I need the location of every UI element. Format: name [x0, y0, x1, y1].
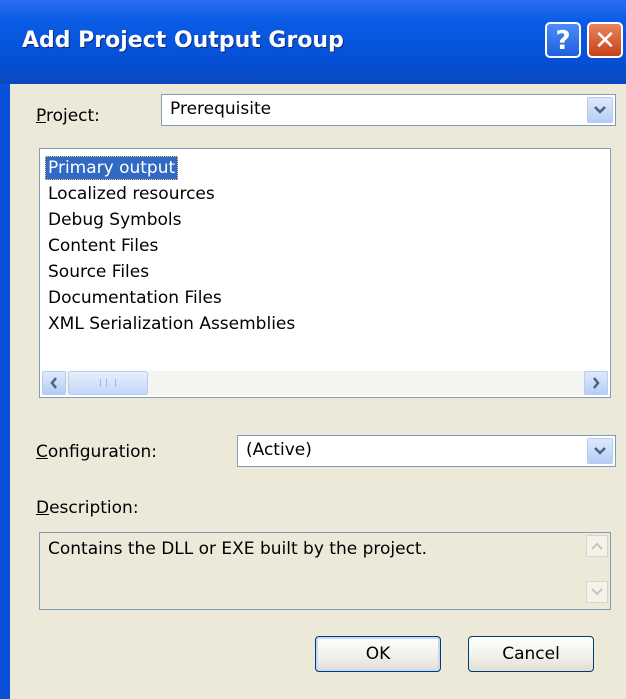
ok-button[interactable]: OK	[315, 636, 441, 672]
grip-icon	[100, 379, 116, 387]
list-item-primary-output[interactable]: Primary output	[45, 156, 179, 180]
window-title: Add Project Output Group	[22, 28, 344, 53]
list-item-debug-symbols[interactable]: Debug Symbols	[48, 208, 182, 232]
output-listbox[interactable]: Primary output Localized resources Debug…	[39, 148, 611, 398]
close-button[interactable]: ✕	[587, 22, 623, 58]
chevron-up-icon	[591, 542, 603, 550]
horizontal-scrollbar[interactable]	[42, 371, 608, 395]
configuration-combobox[interactable]: (Active)	[237, 435, 616, 467]
dialog-window: Add Project Output Group ? ✕ Project: Pr…	[0, 0, 626, 699]
list-item-localized-resources[interactable]: Localized resources	[48, 182, 215, 206]
description-label: Description:	[36, 498, 139, 518]
list-item-content-files[interactable]: Content Files	[48, 234, 158, 258]
chevron-right-icon	[593, 377, 600, 389]
help-button[interactable]: ?	[545, 22, 581, 58]
chevron-left-icon	[50, 377, 57, 389]
list-item-xml-serialization-assemblies[interactable]: XML Serialization Assemblies	[48, 312, 295, 336]
list-item-source-files[interactable]: Source Files	[48, 260, 149, 284]
description-box: Contains the DLL or EXE built by the pro…	[39, 532, 611, 610]
scroll-down-button	[586, 581, 608, 603]
dialog-body: Project: Prerequisite Primary output Loc…	[10, 84, 626, 699]
project-label: Project:	[36, 106, 100, 126]
project-combobox[interactable]: Prerequisite	[161, 94, 616, 126]
configuration-value: (Active)	[246, 440, 312, 460]
project-value: Prerequisite	[170, 99, 272, 119]
description-text: Contains the DLL or EXE built by the pro…	[48, 539, 427, 559]
scroll-up-button	[586, 535, 608, 557]
cancel-button[interactable]: Cancel	[468, 636, 594, 672]
scroll-thumb[interactable]	[68, 371, 148, 395]
title-bar[interactable]: Add Project Output Group ? ✕	[0, 0, 626, 84]
chevron-down-icon[interactable]	[587, 438, 613, 464]
chevron-down-icon[interactable]	[587, 97, 613, 123]
configuration-label: Configuration:	[36, 442, 158, 462]
scroll-right-button[interactable]	[584, 371, 608, 395]
list-item-documentation-files[interactable]: Documentation Files	[48, 286, 222, 310]
vertical-scrollbar	[586, 535, 608, 607]
scroll-left-button[interactable]	[42, 371, 66, 395]
chevron-down-icon	[591, 588, 603, 596]
